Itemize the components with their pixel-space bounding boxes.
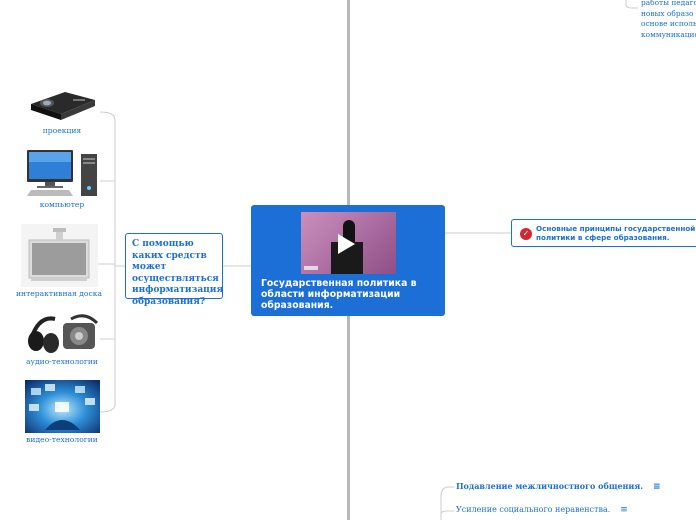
leaf-label: интерактивная доска xyxy=(15,289,103,298)
leaf-interactive-board[interactable]: интерактивная доска xyxy=(9,224,109,298)
play-icon[interactable] xyxy=(338,234,355,254)
central-topic-title: Государственная политика в области инфор… xyxy=(261,278,417,311)
notes-icon[interactable]: ≡ xyxy=(620,505,628,515)
topic-suppression[interactable]: Подавление межличностного общения. ≡ xyxy=(456,481,661,492)
principles-topic[interactable]: ✓ Основные принципы государственной поли… xyxy=(511,219,696,247)
leaf-computer[interactable]: компьютер xyxy=(12,148,112,209)
leaf-projection[interactable]: проекция xyxy=(12,86,112,135)
headphones-icon xyxy=(24,313,100,355)
mind-map-canvas: Государственная политика в области инфор… xyxy=(0,0,696,520)
topic-label: Подавление межличностного общения. xyxy=(456,481,644,491)
notes-icon[interactable]: ≡ xyxy=(653,482,661,492)
topic-inequality[interactable]: Усиление социального неравенства. ≡ xyxy=(456,505,628,515)
partial-topic-text[interactable]: работы педаго новых образо основе исполь… xyxy=(641,0,696,40)
video-thumbnail[interactable] xyxy=(301,212,396,274)
leaf-label: проекция xyxy=(42,126,82,135)
leaf-label: аудио-технологии xyxy=(26,357,98,366)
question-topic[interactable]: С помощью каких средств может осуществля… xyxy=(125,233,223,307)
central-topic[interactable]: Государственная политика в области инфор… xyxy=(251,205,445,316)
topic-label: Усиление социального неравенства. xyxy=(456,505,611,514)
leaf-label: видео-технологии xyxy=(26,435,98,444)
video-tech-icon xyxy=(24,380,100,433)
check-icon: ✓ xyxy=(520,228,532,240)
leaf-label: компьютер xyxy=(39,200,85,209)
principles-topic-label: Основные принципы государственной полити… xyxy=(536,224,696,242)
interactive-board-icon xyxy=(20,224,98,287)
leaf-video[interactable]: видео-технологии xyxy=(12,380,112,444)
question-topic-label: С помощью каких средств может осуществля… xyxy=(132,239,224,307)
leaf-audio[interactable]: аудио-технологии xyxy=(12,313,112,366)
computer-icon xyxy=(24,148,100,198)
projector-icon xyxy=(24,86,100,124)
